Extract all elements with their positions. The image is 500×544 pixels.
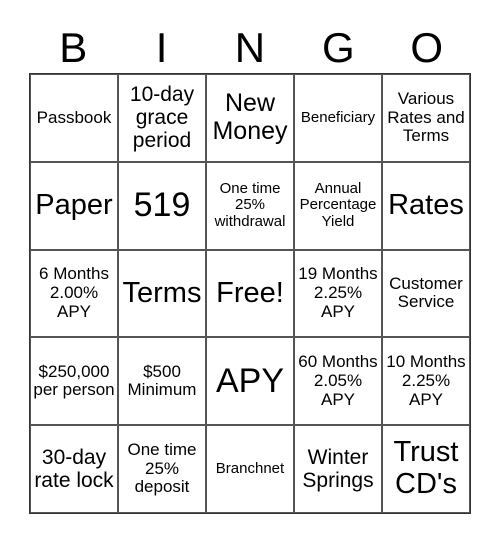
bingo-cell[interactable]: 6 Months 2.00% APY (30, 249, 118, 338)
bingo-card-grid: Passbook 10-day grace period New Money B… (29, 73, 471, 514)
bingo-cell[interactable]: Winter Springs (294, 425, 382, 513)
bingo-cell[interactable]: 10 Months 2.25% APY (382, 337, 470, 426)
bingo-cell[interactable]: Annual Percentage Yield (294, 161, 382, 250)
bingo-cell[interactable]: Paper (30, 161, 118, 250)
header-letter-o: O (410, 24, 444, 71)
bingo-cell[interactable]: One time 25% deposit (118, 425, 206, 513)
bingo-cell[interactable]: One time 25% withdrawal (206, 161, 294, 250)
bingo-cell[interactable]: $250,000 per person (30, 337, 118, 426)
bingo-cell[interactable]: 30-day rate lock (30, 425, 118, 513)
bingo-header: B I N G O (29, 22, 471, 74)
bingo-cell[interactable]: Passbook (30, 74, 118, 162)
bingo-cell[interactable]: Rates (382, 161, 470, 250)
header-letter-b: B (59, 24, 88, 71)
bingo-cell[interactable]: Customer Service (382, 249, 470, 338)
bingo-cell[interactable]: Trust CD's (382, 425, 470, 513)
bingo-cell[interactable]: 519 (118, 161, 206, 250)
header-letter-n: N (234, 24, 266, 71)
bingo-cell[interactable]: Terms (118, 249, 206, 338)
header-letter-g: G (322, 24, 355, 71)
bingo-cell[interactable]: Branchnet (206, 425, 294, 513)
bingo-cell[interactable]: APY (206, 337, 294, 426)
bingo-cell[interactable]: 19 Months 2.25% APY (294, 249, 382, 338)
bingo-cell[interactable]: New Money (206, 74, 294, 162)
bingo-cell free-space[interactable]: Free! (206, 249, 294, 338)
bingo-cell[interactable]: 60 Months 2.05% APY (294, 337, 382, 426)
bingo-cell[interactable]: Beneficiary (294, 74, 382, 162)
bingo-cell[interactable]: Various Rates and Terms (382, 74, 470, 162)
bingo-cell[interactable]: 10-day grace period (118, 74, 206, 162)
bingo-cell[interactable]: $500 Minimum (118, 337, 206, 426)
header-letter-i: I (155, 24, 168, 71)
